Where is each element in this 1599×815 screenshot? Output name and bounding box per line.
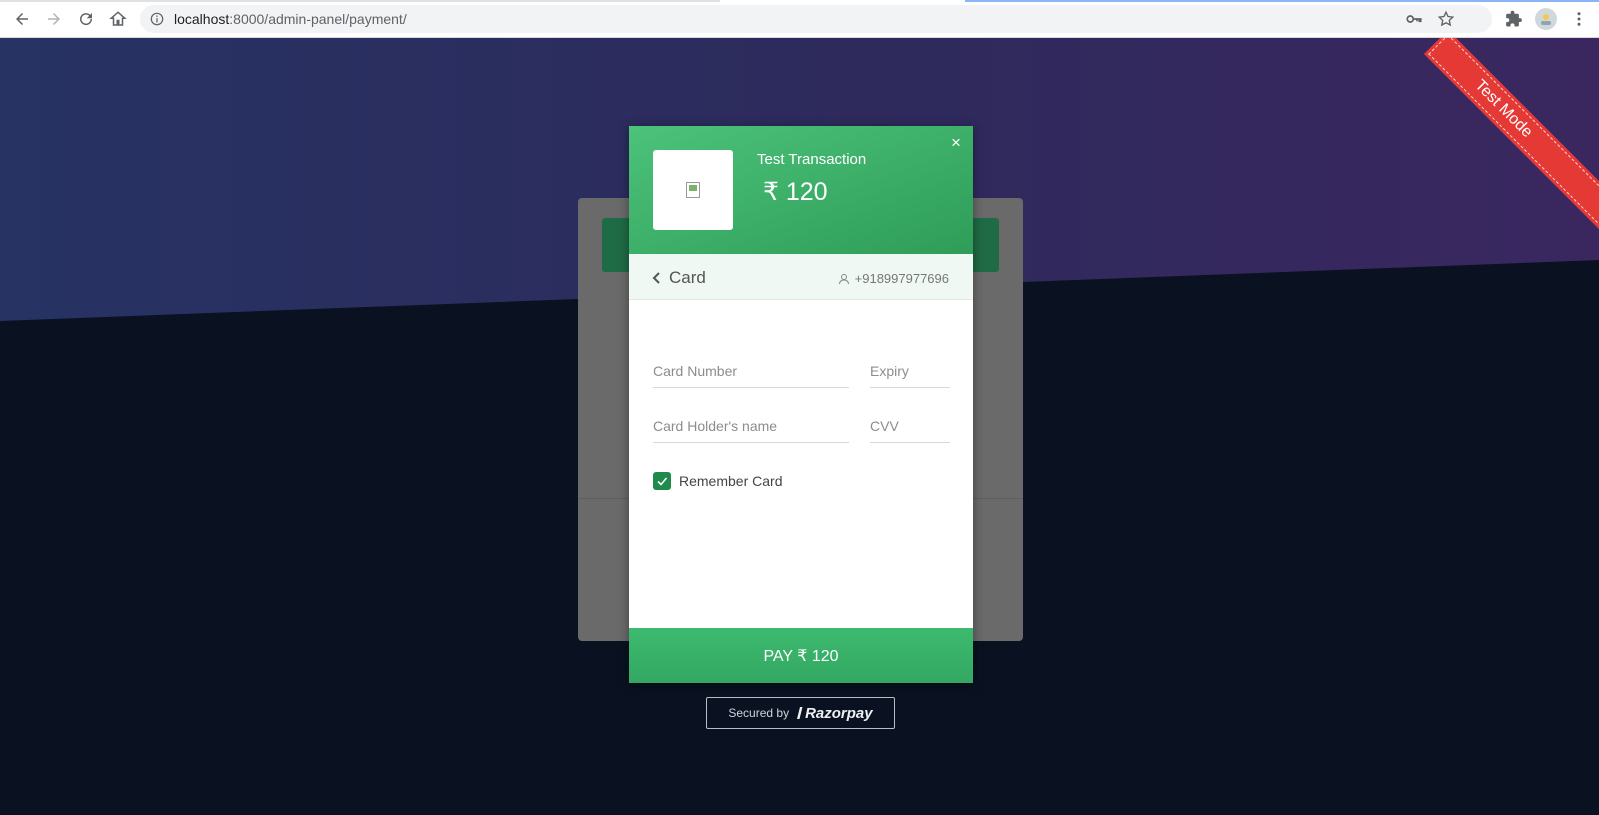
back-to-methods-button[interactable]: Card — [651, 268, 706, 288]
card-holder-input[interactable] — [653, 413, 849, 439]
key-icon[interactable] — [1405, 10, 1423, 28]
merchant-name: Test Transaction — [757, 151, 867, 168]
address-bar[interactable]: localhost:8000/admin-panel/payment/ — [140, 5, 1492, 33]
star-icon[interactable] — [1437, 10, 1455, 28]
checkout-header: Test Transaction ₹ 120 × — [629, 126, 973, 254]
forward-arrow-icon[interactable] — [43, 8, 65, 30]
back-arrow-icon[interactable] — [11, 8, 33, 30]
broken-image-icon — [686, 182, 700, 198]
home-icon[interactable] — [107, 8, 129, 30]
razorpay-logo-icon — [797, 707, 803, 719]
info-icon[interactable] — [150, 12, 164, 26]
payment-method-bar: Card +918997977696 — [629, 254, 973, 300]
razorpay-brand: Razorpay — [805, 704, 873, 722]
extensions-icon[interactable] — [1505, 10, 1523, 28]
remember-card-label: Remember Card — [679, 473, 783, 489]
pay-button[interactable]: PAY ₹ 120 — [629, 628, 973, 683]
expiry-field — [870, 358, 950, 388]
remember-card-checkbox[interactable] — [653, 472, 671, 490]
url-host: localhost — [174, 11, 230, 27]
method-label: Card — [669, 268, 706, 287]
reload-icon[interactable] — [75, 8, 97, 30]
card-number-input[interactable] — [653, 358, 849, 384]
tab-strip-edge — [0, 0, 1599, 3]
close-button[interactable]: × — [947, 134, 965, 152]
url-text[interactable]: localhost:8000/admin-panel/payment/ — [174, 11, 407, 27]
card-number-field — [653, 358, 849, 388]
profile-avatar[interactable] — [1535, 8, 1557, 30]
header-amount: ₹ 120 — [763, 178, 828, 206]
contact-phone: +918997977696 — [854, 271, 949, 286]
user-icon — [838, 273, 849, 284]
remember-card-option[interactable]: Remember Card — [653, 472, 782, 490]
card-holder-field — [653, 413, 849, 443]
expiry-input[interactable] — [870, 358, 950, 384]
url-path: :8000/admin-panel/payment/ — [229, 11, 407, 27]
cvv-field — [870, 413, 950, 443]
chevron-left-icon — [652, 272, 660, 284]
secured-by-razorpay-badge[interactable]: Secured by Razorpay — [706, 697, 895, 729]
secured-by-text: Secured by — [728, 706, 790, 720]
more-menu-icon[interactable] — [1570, 10, 1588, 28]
merchant-logo — [653, 150, 733, 230]
browser-toolbar: localhost:8000/admin-panel/payment/ — [0, 0, 1599, 38]
contact-info[interactable]: +918997977696 — [838, 271, 949, 286]
cvv-input[interactable] — [870, 413, 950, 439]
razorpay-checkout-modal: Test Transaction ₹ 120 × Card +918997977… — [629, 126, 973, 683]
checkmark-icon — [657, 477, 668, 486]
avatar-icon — [1541, 14, 1551, 25]
